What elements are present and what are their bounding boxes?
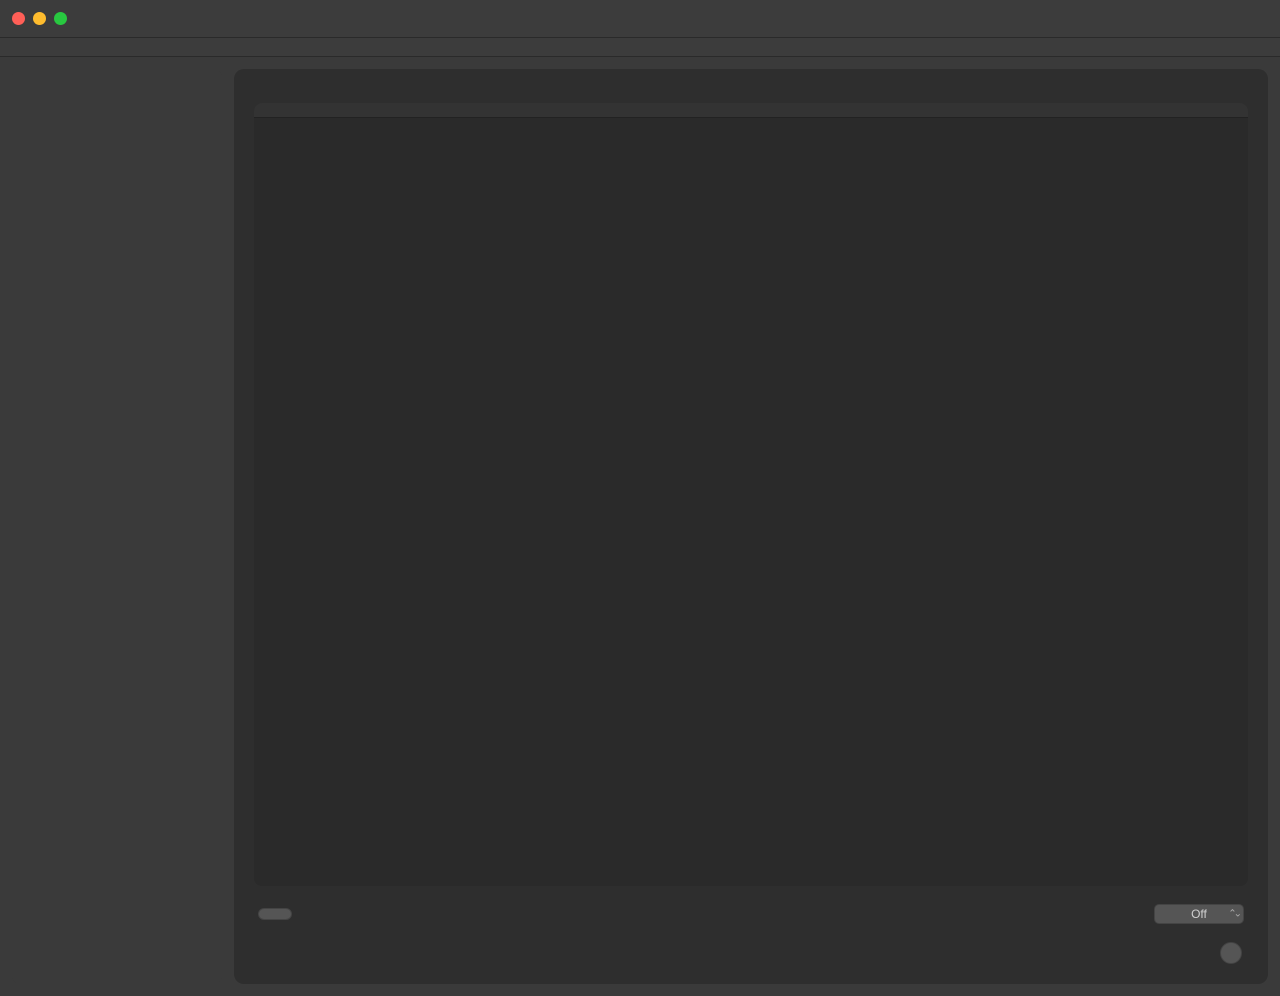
help-container	[254, 938, 1248, 964]
help-button[interactable]	[1220, 942, 1242, 964]
window-controls[interactable]	[12, 12, 67, 25]
main-content: Off On	[0, 57, 1280, 996]
sidebar	[12, 69, 222, 984]
minimize-button[interactable]	[33, 12, 46, 25]
websites-table	[254, 103, 1248, 886]
close-button[interactable]	[12, 12, 25, 25]
table-body	[254, 118, 1248, 886]
bottom-bar: Off On	[254, 904, 1248, 924]
table-header	[254, 103, 1248, 118]
other-websites-select-wrapper[interactable]: Off On	[1154, 904, 1244, 924]
sidebar-section-label	[12, 69, 222, 87]
title-bar	[0, 0, 1280, 38]
right-panel: Off On	[234, 69, 1268, 984]
toolbar	[0, 38, 1280, 57]
other-websites: Off On	[1144, 904, 1244, 924]
other-websites-select[interactable]: Off On	[1154, 904, 1244, 924]
remove-button[interactable]	[258, 908, 292, 920]
maximize-button[interactable]	[54, 12, 67, 25]
